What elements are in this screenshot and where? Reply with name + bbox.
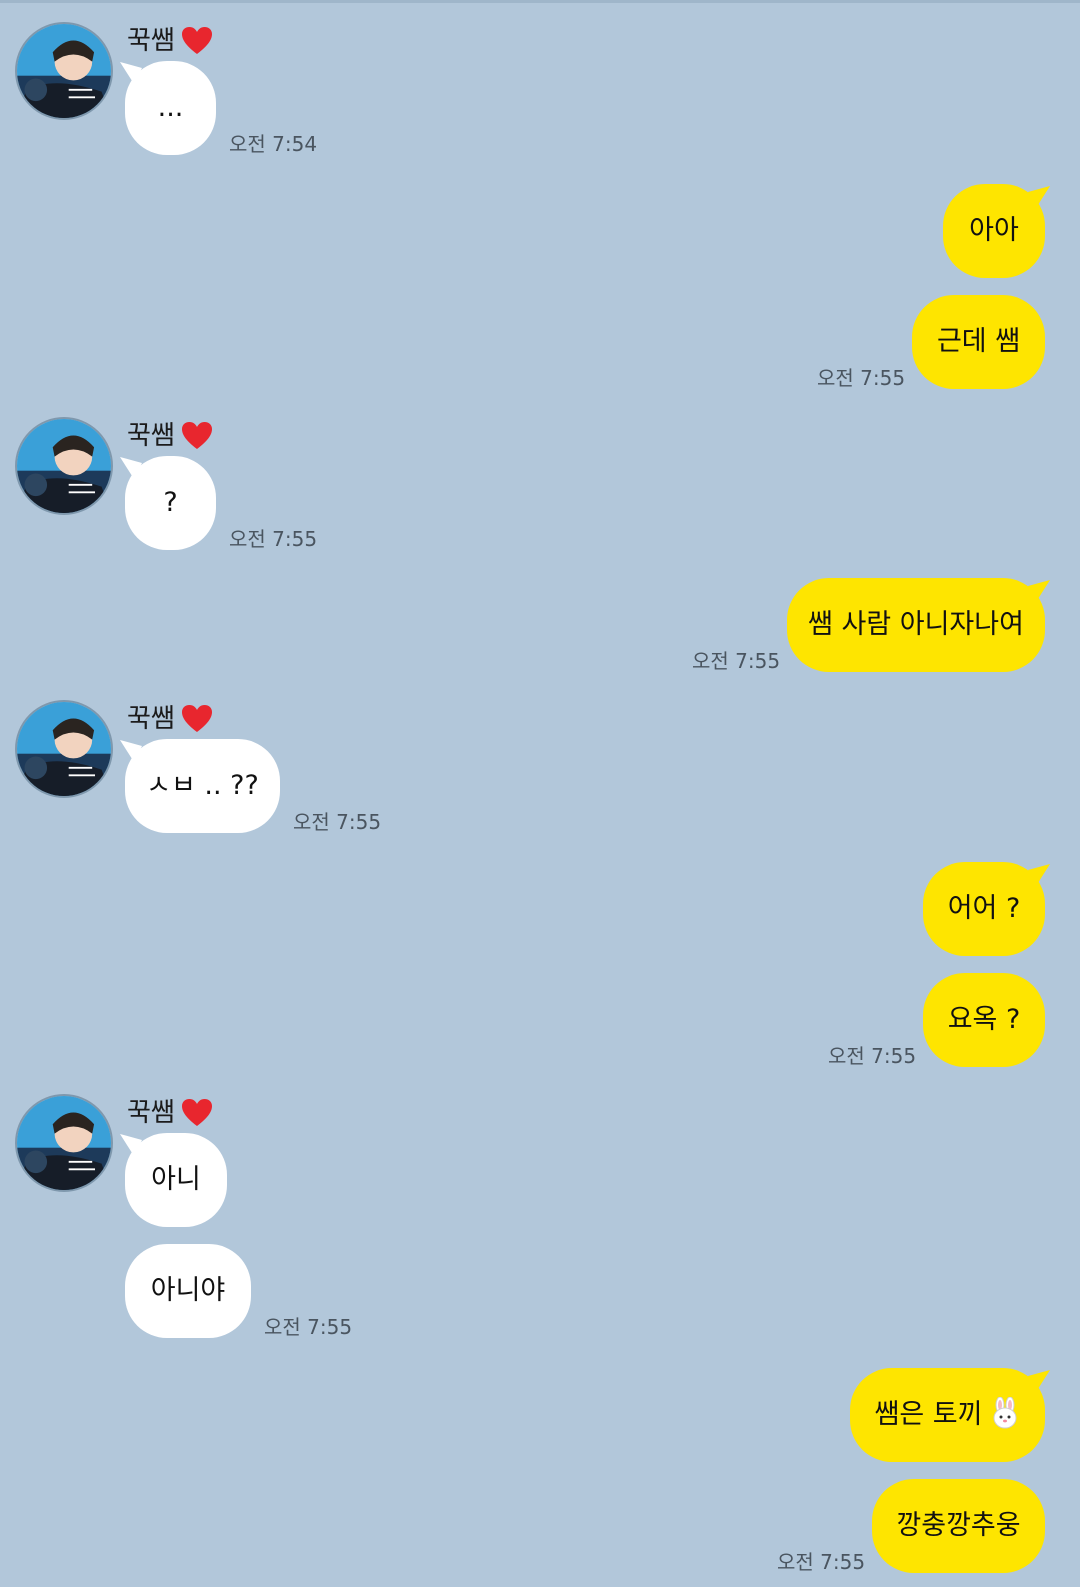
avatar[interactable] [15,700,113,798]
rabbit-icon [990,1397,1020,1429]
avatar[interactable] [15,417,113,515]
message-bubble[interactable]: 근데 쌤 [912,295,1045,389]
message-text: 쌤은 토끼 [874,1399,983,1430]
message-bubble[interactable]: 쌤은 토끼 [850,1368,1045,1462]
avatar[interactable] [15,22,113,120]
message-bubble[interactable]: 아니야 [125,1244,251,1338]
message-bubble[interactable]: 깡충깡추웅 [872,1479,1045,1573]
heart-icon [181,421,213,451]
heart-icon [181,704,213,734]
message-time: 오전 7:55 [828,1044,917,1068]
contact-name: 꾹쌤 [127,24,213,58]
message-bubble[interactable]: 요옥 ? [923,973,1045,1067]
message-time: 오전 7:55 [777,1550,866,1574]
message-time: 오전 7:55 [293,810,382,834]
contact-name: 꾹쌤 [127,702,213,736]
message-time: 오전 7:55 [229,527,318,551]
avatar[interactable] [15,1094,113,1192]
message-bubble[interactable]: 아아 [943,184,1045,278]
message-bubble[interactable]: ... [125,61,216,155]
contact-name: 꾹쌤 [127,1096,213,1130]
contact-name: 꾹쌤 [127,419,213,453]
message-bubble[interactable]: ? [125,456,216,550]
message-bubble[interactable]: 어어 ? [923,862,1045,956]
top-divider [0,0,1080,3]
message-bubble[interactable]: 아니 [125,1133,227,1227]
message-time: 오전 7:55 [264,1315,353,1339]
heart-icon [181,1098,213,1128]
message-time: 오전 7:55 [692,649,781,673]
message-bubble[interactable]: 쌤 사람 아니자나여 [787,578,1045,672]
message-time: 오전 7:55 [817,366,906,390]
heart-icon [181,26,213,56]
message-time: 오전 7:54 [229,132,318,156]
message-bubble[interactable]: ㅅㅂ .. ?? [125,739,280,833]
